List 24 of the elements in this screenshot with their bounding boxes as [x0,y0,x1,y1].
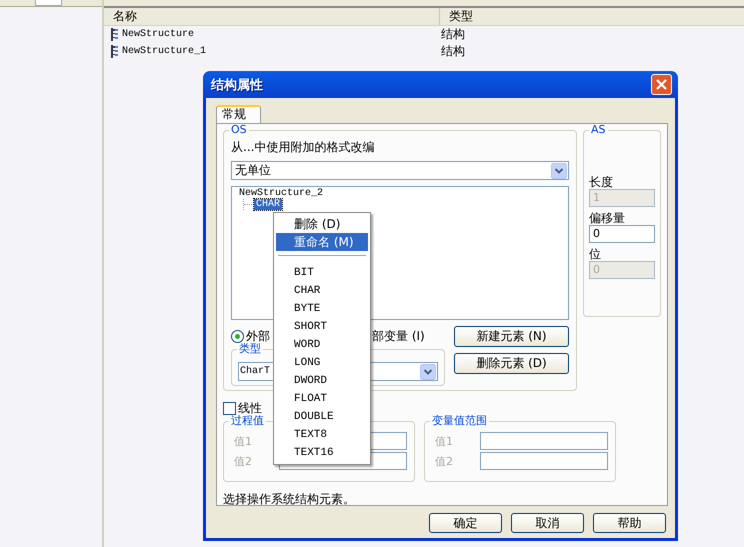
structure-name: NewStructure_1 [122,46,208,57]
structure-type: 结构 [441,26,465,43]
dropdown-value: 无单位 [235,162,271,179]
dropdown-value: CharT [240,366,270,377]
status-text: 选择操作系统结构元素。 [223,491,356,508]
field-label: 值1 [234,434,252,448]
radio-label: 外部 [246,328,270,343]
field-label: 值2 [234,454,252,468]
field-label: 值2 [435,454,453,468]
window-title: 结构属性 [211,76,263,94]
radio-label: 部变量 (I) [372,328,425,344]
structure-type: 结构 [441,43,465,60]
group-label: 变量值范围 [430,415,489,427]
field-label: 位 [589,247,602,261]
structure-name: NewStructure [122,29,196,40]
group-label: 类型 [237,343,263,355]
checkbox-label: 线性 [238,400,262,415]
field-label: 值1 [435,434,453,448]
group-label: 过程值 [229,415,266,427]
field-label: 长度 [589,175,614,189]
group-label: OS [229,124,249,136]
group-label: AS [589,124,608,136]
field-label: 偏移量 [589,211,626,225]
field-label: 从...中使用附加的格式改编 [231,139,376,156]
